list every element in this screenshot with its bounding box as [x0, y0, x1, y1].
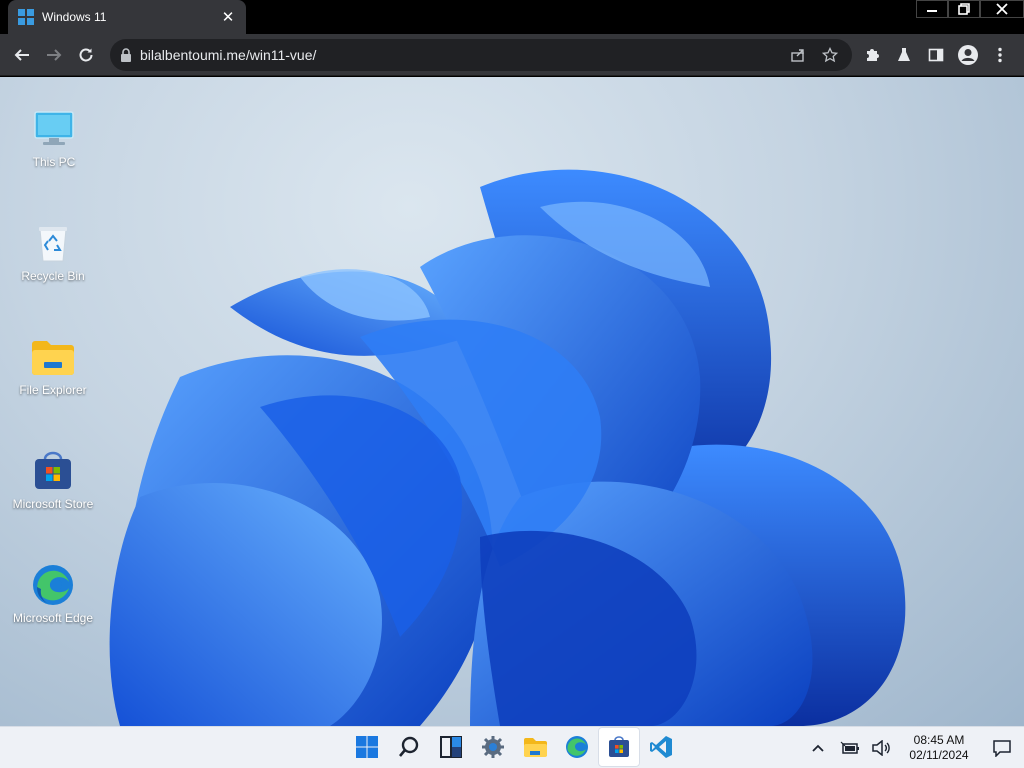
start-button[interactable] — [346, 727, 388, 767]
browser-tab-bar: Windows 11 ✕ — [0, 0, 1024, 34]
minimize-button[interactable] — [916, 0, 948, 18]
desktop-icon-recycle-bin[interactable]: Recycle Bin — [0, 221, 106, 283]
system-tray: 08:45 AM 02/11/2024 — [802, 727, 1024, 768]
taskbar: 08:45 AM 02/11/2024 — [0, 726, 1024, 768]
profile-button[interactable] — [952, 39, 984, 71]
store-icon — [31, 449, 75, 493]
kebab-menu-icon — [998, 47, 1002, 63]
clock-date: 02/11/2024 — [909, 748, 969, 762]
windows-logo-icon — [356, 736, 378, 758]
recycle-bin-icon — [31, 221, 75, 265]
widgets-button[interactable] — [430, 727, 472, 767]
edge-icon — [566, 736, 588, 758]
clock-time: 08:45 AM — [913, 733, 965, 747]
share-icon — [791, 49, 804, 62]
speaker-icon — [872, 740, 890, 756]
desktop-icon-microsoft-store[interactable]: Microsoft Store — [0, 449, 106, 511]
minimize-icon — [927, 10, 937, 12]
desktop-icon-file-explorer[interactable]: File Explorer — [0, 335, 106, 397]
restore-icon — [958, 3, 970, 15]
gear-icon — [482, 736, 504, 758]
puzzle-icon — [867, 49, 879, 61]
labs-button[interactable] — [888, 39, 920, 71]
volume-button[interactable] — [866, 728, 898, 768]
edge-button[interactable] — [556, 727, 598, 767]
close-icon — [996, 3, 1008, 15]
menu-button[interactable] — [984, 39, 1016, 71]
side-panel-icon — [928, 48, 944, 62]
folder-icon — [31, 335, 75, 379]
tab-close-icon[interactable]: ✕ — [220, 9, 236, 25]
taskbar-apps — [346, 727, 682, 768]
chevron-up-icon — [812, 744, 824, 752]
flask-icon — [898, 48, 910, 61]
desktop[interactable]: This PC Recycle Bin File Explorer Micros… — [0, 77, 1024, 726]
bookmark-button[interactable] — [818, 39, 842, 71]
side-panel-button[interactable] — [920, 39, 952, 71]
reload-icon — [79, 48, 93, 61]
browser-tab[interactable]: Windows 11 ✕ — [8, 0, 246, 34]
vscode-icon — [650, 736, 672, 758]
address-bar[interactable]: bilalbentoumi.me/win11-vue/ — [110, 39, 852, 71]
bloom-wallpaper — [109, 169, 906, 726]
browser-toolbar: bilalbentoumi.me/win11-vue/ — [0, 34, 1024, 76]
forward-button[interactable] — [38, 39, 70, 71]
widgets-icon — [440, 736, 462, 758]
store-icon — [609, 736, 629, 757]
search-icon — [399, 736, 419, 757]
forward-arrow-icon — [47, 48, 62, 61]
reload-button[interactable] — [70, 39, 102, 71]
tab-title: Windows 11 — [42, 10, 107, 24]
clock[interactable]: 08:45 AM 02/11/2024 — [898, 733, 980, 763]
share-button[interactable] — [786, 39, 810, 71]
settings-button[interactable] — [472, 727, 514, 767]
monitor-icon — [32, 107, 76, 151]
notifications-button[interactable] — [980, 728, 1024, 768]
desktop-icon-microsoft-edge[interactable]: Microsoft Edge — [0, 563, 106, 625]
store-button[interactable] — [598, 727, 640, 767]
back-arrow-icon — [14, 48, 29, 61]
battery-icon — [840, 741, 859, 754]
star-icon — [822, 47, 838, 63]
battery-button[interactable] — [834, 728, 866, 768]
show-hidden-icons-button[interactable] — [802, 728, 834, 768]
lock-icon — [121, 48, 131, 62]
folder-icon — [524, 738, 547, 757]
edge-icon — [31, 563, 75, 607]
search-button[interactable] — [388, 727, 430, 767]
windows-logo-icon — [18, 9, 34, 25]
window-controls — [916, 0, 1024, 18]
close-window-button[interactable] — [980, 0, 1024, 18]
avatar-icon — [958, 45, 978, 65]
vscode-button[interactable] — [640, 727, 682, 767]
desktop-icon-this-pc[interactable]: This PC — [1, 107, 107, 169]
url-text[interactable]: bilalbentoumi.me/win11-vue/ — [140, 47, 786, 63]
back-button[interactable] — [6, 39, 38, 71]
extensions-button[interactable] — [856, 39, 888, 71]
file-explorer-button[interactable] — [514, 727, 556, 767]
notification-icon — [993, 740, 1011, 757]
restore-button[interactable] — [948, 0, 980, 18]
